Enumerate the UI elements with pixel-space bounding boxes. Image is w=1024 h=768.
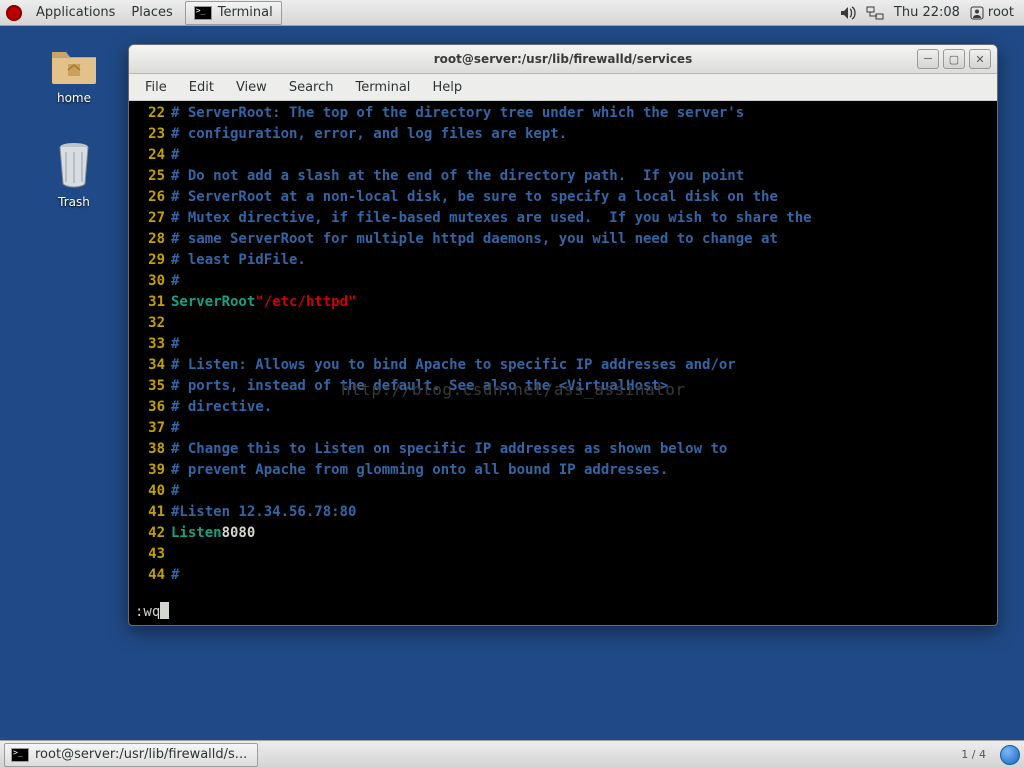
desktop-home-label: home bbox=[34, 91, 114, 105]
editor-line: 41 #Listen 12.34.56.78:80 bbox=[131, 502, 993, 523]
menubar: File Edit View Search Terminal Help bbox=[129, 74, 997, 101]
editor-line: 35 # ports, instead of the default. See … bbox=[131, 376, 993, 397]
menu-view[interactable]: View bbox=[226, 77, 277, 98]
editor-line: 43 bbox=[131, 544, 993, 565]
taskbar-window-button[interactable]: root@server:/usr/lib/firewalld/s... bbox=[4, 743, 258, 767]
editor-line: 32 bbox=[131, 313, 993, 334]
system-tray: Thu 22:08 root bbox=[840, 5, 1018, 20]
editor-line: 37 # bbox=[131, 418, 993, 439]
editor-line: 31 ServerRoot "/etc/httpd" bbox=[131, 292, 993, 313]
editor-line: 34 # Listen: Allows you to bind Apache t… bbox=[131, 355, 993, 376]
editor-line: 38 # Change this to Listen on specific I… bbox=[131, 439, 993, 460]
taskbar-terminal-label: Terminal bbox=[218, 5, 273, 20]
editor-line: 42 Listen 8080 bbox=[131, 523, 993, 544]
editor-line: 28 # same ServerRoot for multiple httpd … bbox=[131, 229, 993, 250]
user-menu[interactable]: root bbox=[970, 5, 1014, 20]
desktop-trash-icon[interactable]: Trash bbox=[34, 140, 114, 209]
taskbar-window-label: root@server:/usr/lib/firewalld/s... bbox=[35, 747, 247, 762]
close-button[interactable]: ✕ bbox=[969, 49, 991, 69]
user-icon bbox=[970, 6, 984, 20]
terminal-viewport[interactable]: http://blog.csdn.net/ass_assinator 22 # … bbox=[129, 101, 997, 625]
menu-edit[interactable]: Edit bbox=[179, 77, 224, 98]
places-menu[interactable]: Places bbox=[123, 0, 180, 25]
editor-line: 26 # ServerRoot at a non-local disk, be … bbox=[131, 187, 993, 208]
terminal-window: root@server:/usr/lib/firewalld/services … bbox=[128, 44, 998, 626]
vim-command-line[interactable]: :wq bbox=[135, 602, 169, 623]
workspace-indicator[interactable]: 1 / 4 bbox=[961, 748, 986, 761]
terminal-icon bbox=[194, 6, 212, 20]
editor-line: 44 # bbox=[131, 565, 993, 586]
menu-search[interactable]: Search bbox=[279, 77, 344, 98]
editor-line: 29 # least PidFile. bbox=[131, 250, 993, 271]
terminal-icon bbox=[11, 748, 29, 762]
show-desktop-button[interactable] bbox=[1000, 745, 1020, 765]
desktop-home-icon[interactable]: home bbox=[34, 44, 114, 105]
editor-line: 25 # Do not add a slash at the end of th… bbox=[131, 166, 993, 187]
network-icon[interactable] bbox=[866, 6, 884, 20]
user-label: root bbox=[988, 5, 1014, 20]
minimize-button[interactable]: ─ bbox=[917, 49, 939, 69]
editor-line: 39 # prevent Apache from glomming onto a… bbox=[131, 460, 993, 481]
volume-icon[interactable] bbox=[840, 6, 856, 20]
editor-line: 22 # ServerRoot: The top of the director… bbox=[131, 103, 993, 124]
menu-help[interactable]: Help bbox=[422, 77, 472, 98]
editor-line: 33 # bbox=[131, 334, 993, 355]
applications-menu[interactable]: Applications bbox=[28, 0, 123, 25]
editor-line: 23 # configuration, error, and log files… bbox=[131, 124, 993, 145]
menu-terminal[interactable]: Terminal bbox=[345, 77, 420, 98]
editor-line: 40 # bbox=[131, 481, 993, 502]
maximize-button[interactable]: ▢ bbox=[943, 49, 965, 69]
editor-line: 27 # Mutex directive, if file-based mute… bbox=[131, 208, 993, 229]
titlebar[interactable]: root@server:/usr/lib/firewalld/services … bbox=[129, 45, 997, 74]
taskbar-terminal[interactable]: Terminal bbox=[185, 1, 282, 25]
text-cursor bbox=[160, 602, 169, 619]
distro-logo-icon[interactable] bbox=[6, 5, 22, 21]
clock[interactable]: Thu 22:08 bbox=[894, 5, 960, 20]
top-panel: Applications Places Terminal Thu 22:08 r… bbox=[0, 0, 1024, 26]
editor-line: 24 # bbox=[131, 145, 993, 166]
window-title: root@server:/usr/lib/firewalld/services bbox=[129, 52, 997, 66]
bottom-panel: root@server:/usr/lib/firewalld/s... 1 / … bbox=[0, 740, 1024, 768]
editor-line: 36 # directive. bbox=[131, 397, 993, 418]
desktop-trash-label: Trash bbox=[34, 195, 114, 209]
editor-line: 30 # bbox=[131, 271, 993, 292]
menu-file[interactable]: File bbox=[135, 77, 177, 98]
